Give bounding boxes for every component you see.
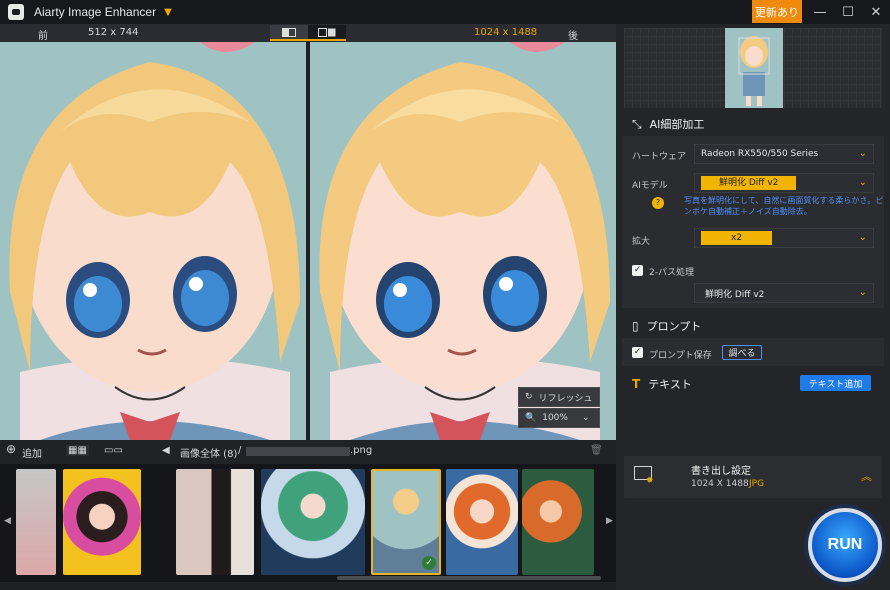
navigator-image[interactable] [725,28,783,108]
text-icon: T [632,377,641,391]
zoom-icon: 🔍 [525,413,537,423]
ai-model-label: AIモデル [632,181,668,191]
thumbnail-6[interactable] [446,469,518,575]
chevron-down-icon[interactable]: ⌄ [582,413,590,423]
before-label: 前 [38,31,48,42]
trash-icon[interactable]: 🗑 [590,445,603,456]
chevron-down-icon: ⌄ [858,148,867,159]
document-icon: ▯ [632,319,639,333]
run-button[interactable]: RUN [808,508,882,582]
two-pass-checkbox[interactable]: ✓ [632,265,643,276]
prompt-save-label: プロンプト保存 [649,351,712,361]
text-section-title: T テキスト [632,377,692,391]
maximize-icon[interactable]: ☐ [834,0,862,24]
refresh-label: リフレッシュ [538,393,593,404]
scroll-right-icon[interactable]: ▶ [606,516,613,526]
after-label: 後 [568,31,578,42]
chevron-down-icon: ⌄ [858,287,867,298]
check-button[interactable]: 調べる [722,345,762,360]
help-icon[interactable]: ? [652,197,664,209]
settings-gear-icon: ✹ [646,476,654,486]
hardware-select[interactable]: Radeon RX550/550 Series ⌄ [694,144,874,164]
zoom-control[interactable]: 🔍 100% ⌄ [518,408,600,428]
scale-label: 拡大 [632,237,651,247]
hardware-label: ハートウェア [632,152,687,162]
strip-view-icon[interactable]: ▭▭ [104,445,123,456]
refresh-icon: ↻ [525,392,533,402]
filename-suffix: .png [350,445,373,456]
settings-panel: ⤡ AI細部加工 ハートウェア Radeon RX550/550 Series … [616,24,890,590]
enhance-icon: ⤡ [632,116,642,131]
ai-model-hint: 写真を鮮明化にして、自然に画面質化する柔らかさ。ピンボケ自動補正＋ノイズ自動除去… [684,196,884,216]
thumbnail-5-selected[interactable]: ✓ [371,469,441,575]
filename-redacted [246,447,350,456]
refresh-button[interactable]: ↻ リフレッシュ [518,387,600,407]
prompt-save-checkbox[interactable]: ✓ [632,347,643,358]
close-icon[interactable]: ✕ [862,0,890,24]
side-by-side-view-icon[interactable] [308,25,346,39]
chevron-down-icon[interactable]: ▼ [164,7,172,18]
add-text-button[interactable]: テキスト追加 [800,375,871,391]
ai-model-select[interactable]: 鮮明化 Diff v2 ⌄ [694,173,874,193]
check-icon: ✓ [422,556,436,570]
update-button[interactable]: 更新あり [752,0,802,23]
thumbnail-4[interactable] [261,469,365,575]
app-window: Aiarty Image Enhancer ▼ 更新あり — ☐ ✕ 前 512… [0,0,890,590]
title-bar: Aiarty Image Enhancer ▼ 更新あり — ☐ ✕ [0,0,890,24]
export-settings[interactable]: ✹ 書き出し設定 1024 X 1488 JPG ︽ [624,456,882,498]
export-size: 1024 X 1488 [691,479,749,489]
chevron-up-double-icon[interactable]: ︽ [861,468,872,484]
view-mode-toggle[interactable] [270,25,346,41]
navigator-preview[interactable] [624,28,882,108]
add-button[interactable]: 追加 [22,445,42,460]
before-preview[interactable] [0,42,306,440]
split-view-icon[interactable] [270,25,308,39]
app-title: Aiarty Image Enhancer [34,5,157,19]
grid-view-icon[interactable]: ▦▦ [66,445,89,456]
breadcrumb[interactable]: 画像全体 (8) [180,445,237,460]
gallery-scrollbar[interactable] [337,576,601,580]
gallery-toolbar: ⊕ 追加 ▦▦ ▭▭ ◀ 画像全体 (8) / .png 🗑 [0,440,616,464]
export-title: 書き出し設定 [691,466,751,477]
thumbnail-2[interactable] [63,469,141,575]
thumbnail-3[interactable] [176,469,254,575]
zoom-value: 100% [542,413,568,423]
minimize-icon[interactable]: — [806,0,834,24]
ai-detail-section-title: ⤡ AI細部加工 [632,116,705,132]
chevron-down-icon: ⌄ [858,177,867,188]
breadcrumb-separator: / [238,445,242,456]
before-size: 512 x 744 [88,27,139,38]
two-pass-model-select[interactable]: 鮮明化 Diff v2 ⌄ [694,283,874,303]
thumbnail-7[interactable] [522,469,594,575]
app-logo-icon [8,4,24,20]
after-preview[interactable] [310,42,616,440]
scale-select[interactable]: x2 ⌄ [694,228,874,248]
add-icon[interactable]: ⊕ [6,442,16,456]
compare-header: 前 512 x 744 1024 x 1488 後 [0,24,616,42]
after-size: 1024 x 1488 [474,27,538,38]
thumbnail-gallery: ◀ ✓ ▶ [0,464,616,582]
export-format: JPG [749,479,765,489]
thumbnail-1[interactable] [16,469,56,575]
two-pass-label: 2-パス処理 [649,268,694,278]
scroll-left-icon[interactable]: ◀ [4,516,11,526]
prompt-section-title: ▯ プロンプト [632,319,702,333]
chevron-down-icon: ⌄ [858,232,867,243]
back-arrow-icon[interactable]: ◀ [162,445,170,456]
